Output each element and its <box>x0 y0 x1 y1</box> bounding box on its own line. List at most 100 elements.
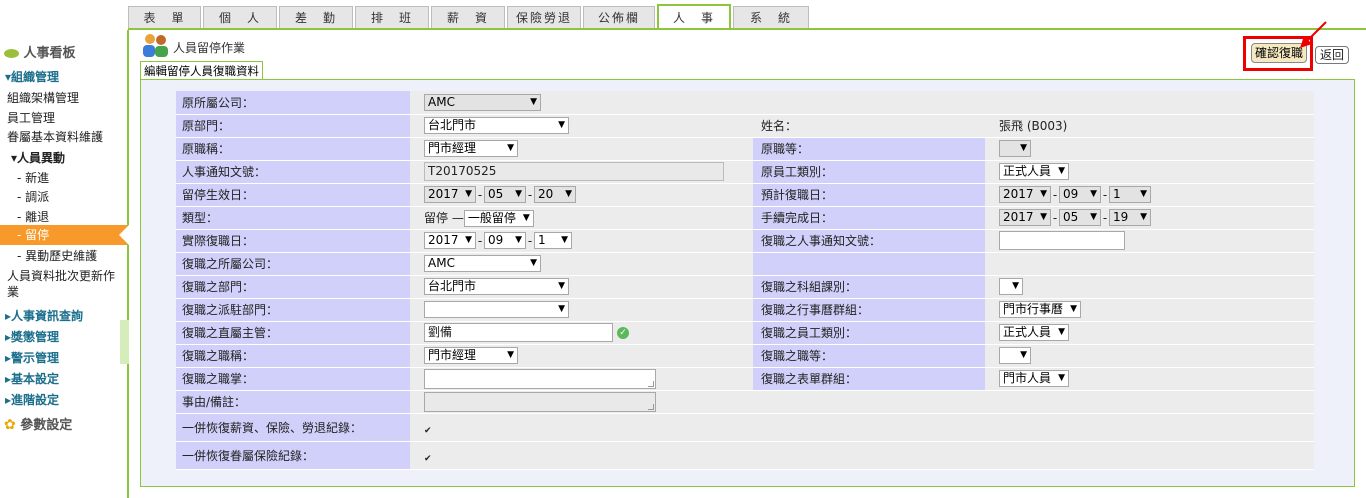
tab-insurance[interactable]: 保險勞退 <box>507 6 581 29</box>
return-grade-label: 復職之職等： <box>753 344 985 368</box>
sidebar-group-rewards[interactable]: ▸獎懲管理 <box>5 328 59 345</box>
return-grade-select[interactable]: ▼ <box>999 347 1031 364</box>
sidebar-group-basic-settings[interactable]: ▸基本設定 <box>5 370 59 387</box>
sidebar-item-batch-update-cont: 業 <box>7 285 20 299</box>
return-company-value: AMC <box>428 256 455 270</box>
return-company-select[interactable]: AMC ▼ <box>424 255 541 272</box>
form-panel: 原所屬公司： AMC ▼ 原部門： 台北門市 ▼ 姓名： 張飛 (B003) 原職稱… <box>140 79 1355 487</box>
remark-label: 事由/備註： <box>176 390 410 414</box>
sidebar-group-personnel-change[interactable]: ▾人員異動 <box>11 149 65 166</box>
orig-emp-type-label: 原員工類別： <box>753 160 985 184</box>
restore-family-checkbox[interactable]: ✔ <box>424 454 434 464</box>
return-title-select[interactable]: 門市經理 ▼ <box>424 347 518 364</box>
sidebar-params-label: 參數設定 <box>20 418 73 433</box>
notice-no-input: T20170525 <box>424 162 724 181</box>
return-title-value: 門市經理 <box>428 348 477 362</box>
actual-month-select[interactable]: 09 ▼ <box>484 232 526 249</box>
orig-dept-label: 原部門： <box>176 114 410 138</box>
main-content: 人員留停作業 編輯留停人員復職資料 確認復職 返回 原所屬公司： AMC ▼ 原部… <box>129 21 1366 498</box>
type-prefix: 留停 — <box>424 210 464 225</box>
top-navigation: 表 單 個 人 差 勤 排 班 薪 資 保險勞退 公佈欄 人 事 系 統 <box>0 0 1366 30</box>
current-item-pointer <box>119 225 129 245</box>
red-arrow-icon <box>1300 21 1327 48</box>
name-label: 姓名： <box>753 114 985 138</box>
type-label: 類型： <box>176 206 410 230</box>
orig-dept-select: 台北門市 ▼ <box>424 117 569 134</box>
done-date-label: 手續完成日： <box>753 206 985 230</box>
page-title: 人員留停作業 <box>173 41 246 55</box>
sidebar-item-new-hire[interactable]: - 新進 <box>17 169 49 186</box>
tab-edit-reinstatement[interactable]: 編輯留停人員復職資料 <box>140 61 263 80</box>
actual-return-label: 實際復職日： <box>176 229 410 253</box>
done-month-select: 05 ▼ <box>1059 209 1101 226</box>
suspend-day-select: 20 ▼ <box>534 186 576 203</box>
return-form-group-select[interactable]: 門市人員 ▼ <box>999 370 1069 387</box>
tab-attendance[interactable]: 差 勤 <box>279 6 353 29</box>
sidebar-item-suspension[interactable]: - 留停 <box>0 225 127 245</box>
expected-return-label: 預計復職日： <box>753 183 985 207</box>
sidebar-item-resign[interactable]: - 離退 <box>17 208 49 225</box>
sidebar-dashboard-label: 人事看板 <box>23 46 76 61</box>
tab-personal[interactable]: 個 人 <box>203 6 277 29</box>
sidebar-collapse-handle[interactable] <box>120 320 129 364</box>
reinstatement-form: 原所屬公司： AMC ▼ 原部門： 台北門市 ▼ 姓名： 張飛 (B003) 原職稱… <box>176 91 1314 470</box>
orig-dept-value: 台北門市 <box>428 118 477 132</box>
suspend-date-label: 留停生效日： <box>176 183 410 207</box>
sidebar-item-change-history[interactable]: - 異動歷史維護 <box>17 247 97 264</box>
orig-title-select: 門市經理 ▼ <box>424 140 518 157</box>
return-form-group-value: 門市人員 <box>1003 371 1052 385</box>
tab-scheduling[interactable]: 排 班 <box>355 6 429 29</box>
return-notice-input[interactable] <box>999 231 1125 250</box>
orig-grade-select: ▼ <box>999 140 1031 157</box>
sidebar-item-employees[interactable]: 員工管理 <box>7 109 55 126</box>
sidebar-item-org-structure[interactable]: 組織架構管理 <box>7 89 79 106</box>
actual-year-select[interactable]: 2017 ▼ <box>424 232 476 249</box>
orig-title-label: 原職稱： <box>176 137 410 161</box>
return-manager-label: 復職之直屬主管： <box>176 321 410 345</box>
gear-icon: ✿ <box>4 417 16 433</box>
return-emp-type-value: 正式人員 <box>1003 325 1052 339</box>
sidebar-params[interactable]: ✿ 參數設定 <box>4 414 72 433</box>
orig-company-select: AMC ▼ <box>424 93 541 111</box>
type-select[interactable]: 一般留停 ▼ <box>463 209 534 227</box>
sidebar-item-batch-update[interactable]: 人員資料批次更新作 <box>7 267 115 284</box>
tab-payroll[interactable]: 薪 資 <box>431 6 505 29</box>
return-section-select[interactable]: ▼ <box>999 278 1023 295</box>
return-section-label: 復職之科組課別： <box>753 275 985 299</box>
orig-emp-type-value: 正式人員 <box>1003 164 1052 178</box>
return-emp-type-select[interactable]: 正式人員 ▼ <box>999 324 1069 341</box>
checkmark-icon[interactable]: ✓ <box>617 326 629 339</box>
sidebar-item-dependents[interactable]: 眷屬基本資料維護 <box>7 128 103 145</box>
sidebar-dashboard[interactable]: 人事看板 <box>4 42 76 61</box>
return-duty-label: 復職之職掌： <box>176 367 410 391</box>
return-dept-label: 復職之部門： <box>176 275 410 299</box>
sidebar-group-org[interactable]: ▾組織管理 <box>5 68 59 85</box>
orig-company-label: 原所屬公司： <box>176 91 410 115</box>
restore-salary-label: 一併恢復薪資、保險、勞退紀錄： <box>176 413 410 442</box>
return-dept-select[interactable]: 台北門市 ▼ <box>424 278 569 295</box>
return-duty-textarea[interactable] <box>424 368 656 389</box>
sidebar: 人事看板 ▾組織管理 組織架構管理 員工管理 眷屬基本資料維護 ▾人員異動 - … <box>0 30 129 498</box>
expected-day-select: 1 ▼ <box>1109 186 1151 203</box>
tab-forms[interactable]: 表 單 <box>128 6 201 29</box>
tab-hr[interactable]: 人 事 <box>657 4 731 30</box>
orig-grade-label: 原職等： <box>753 137 985 161</box>
return-branch-select[interactable]: ▼ <box>424 301 569 318</box>
restore-salary-checkbox[interactable]: ✔ <box>424 426 434 436</box>
leaf-icon <box>4 49 19 58</box>
suspend-month-select: 05 ▼ <box>484 186 526 203</box>
sidebar-group-alerts[interactable]: ▸警示管理 <box>5 349 59 366</box>
sidebar-group-hr-query[interactable]: ▸人事資訊查詢 <box>5 307 83 324</box>
done-year-select: 2017 ▼ <box>999 209 1051 226</box>
return-emp-type-label: 復職之員工類別： <box>753 321 985 345</box>
return-manager-input[interactable]: 劉備 <box>424 323 613 342</box>
actual-day-select[interactable]: 1 ▼ <box>534 232 572 249</box>
tab-system[interactable]: 系 統 <box>733 6 809 29</box>
sidebar-group-advanced-settings[interactable]: ▸進階設定 <box>5 391 59 408</box>
return-branch-label: 復職之派駐部門： <box>176 298 410 322</box>
sidebar-item-transfer[interactable]: - 調派 <box>17 188 49 205</box>
tab-bulletin[interactable]: 公佈欄 <box>583 6 655 29</box>
return-calendar-select[interactable]: 門市行事曆 ▼ <box>999 301 1081 318</box>
return-calendar-label: 復職之行事曆群組： <box>753 298 985 322</box>
expected-month-select: 09 ▼ <box>1059 186 1101 203</box>
